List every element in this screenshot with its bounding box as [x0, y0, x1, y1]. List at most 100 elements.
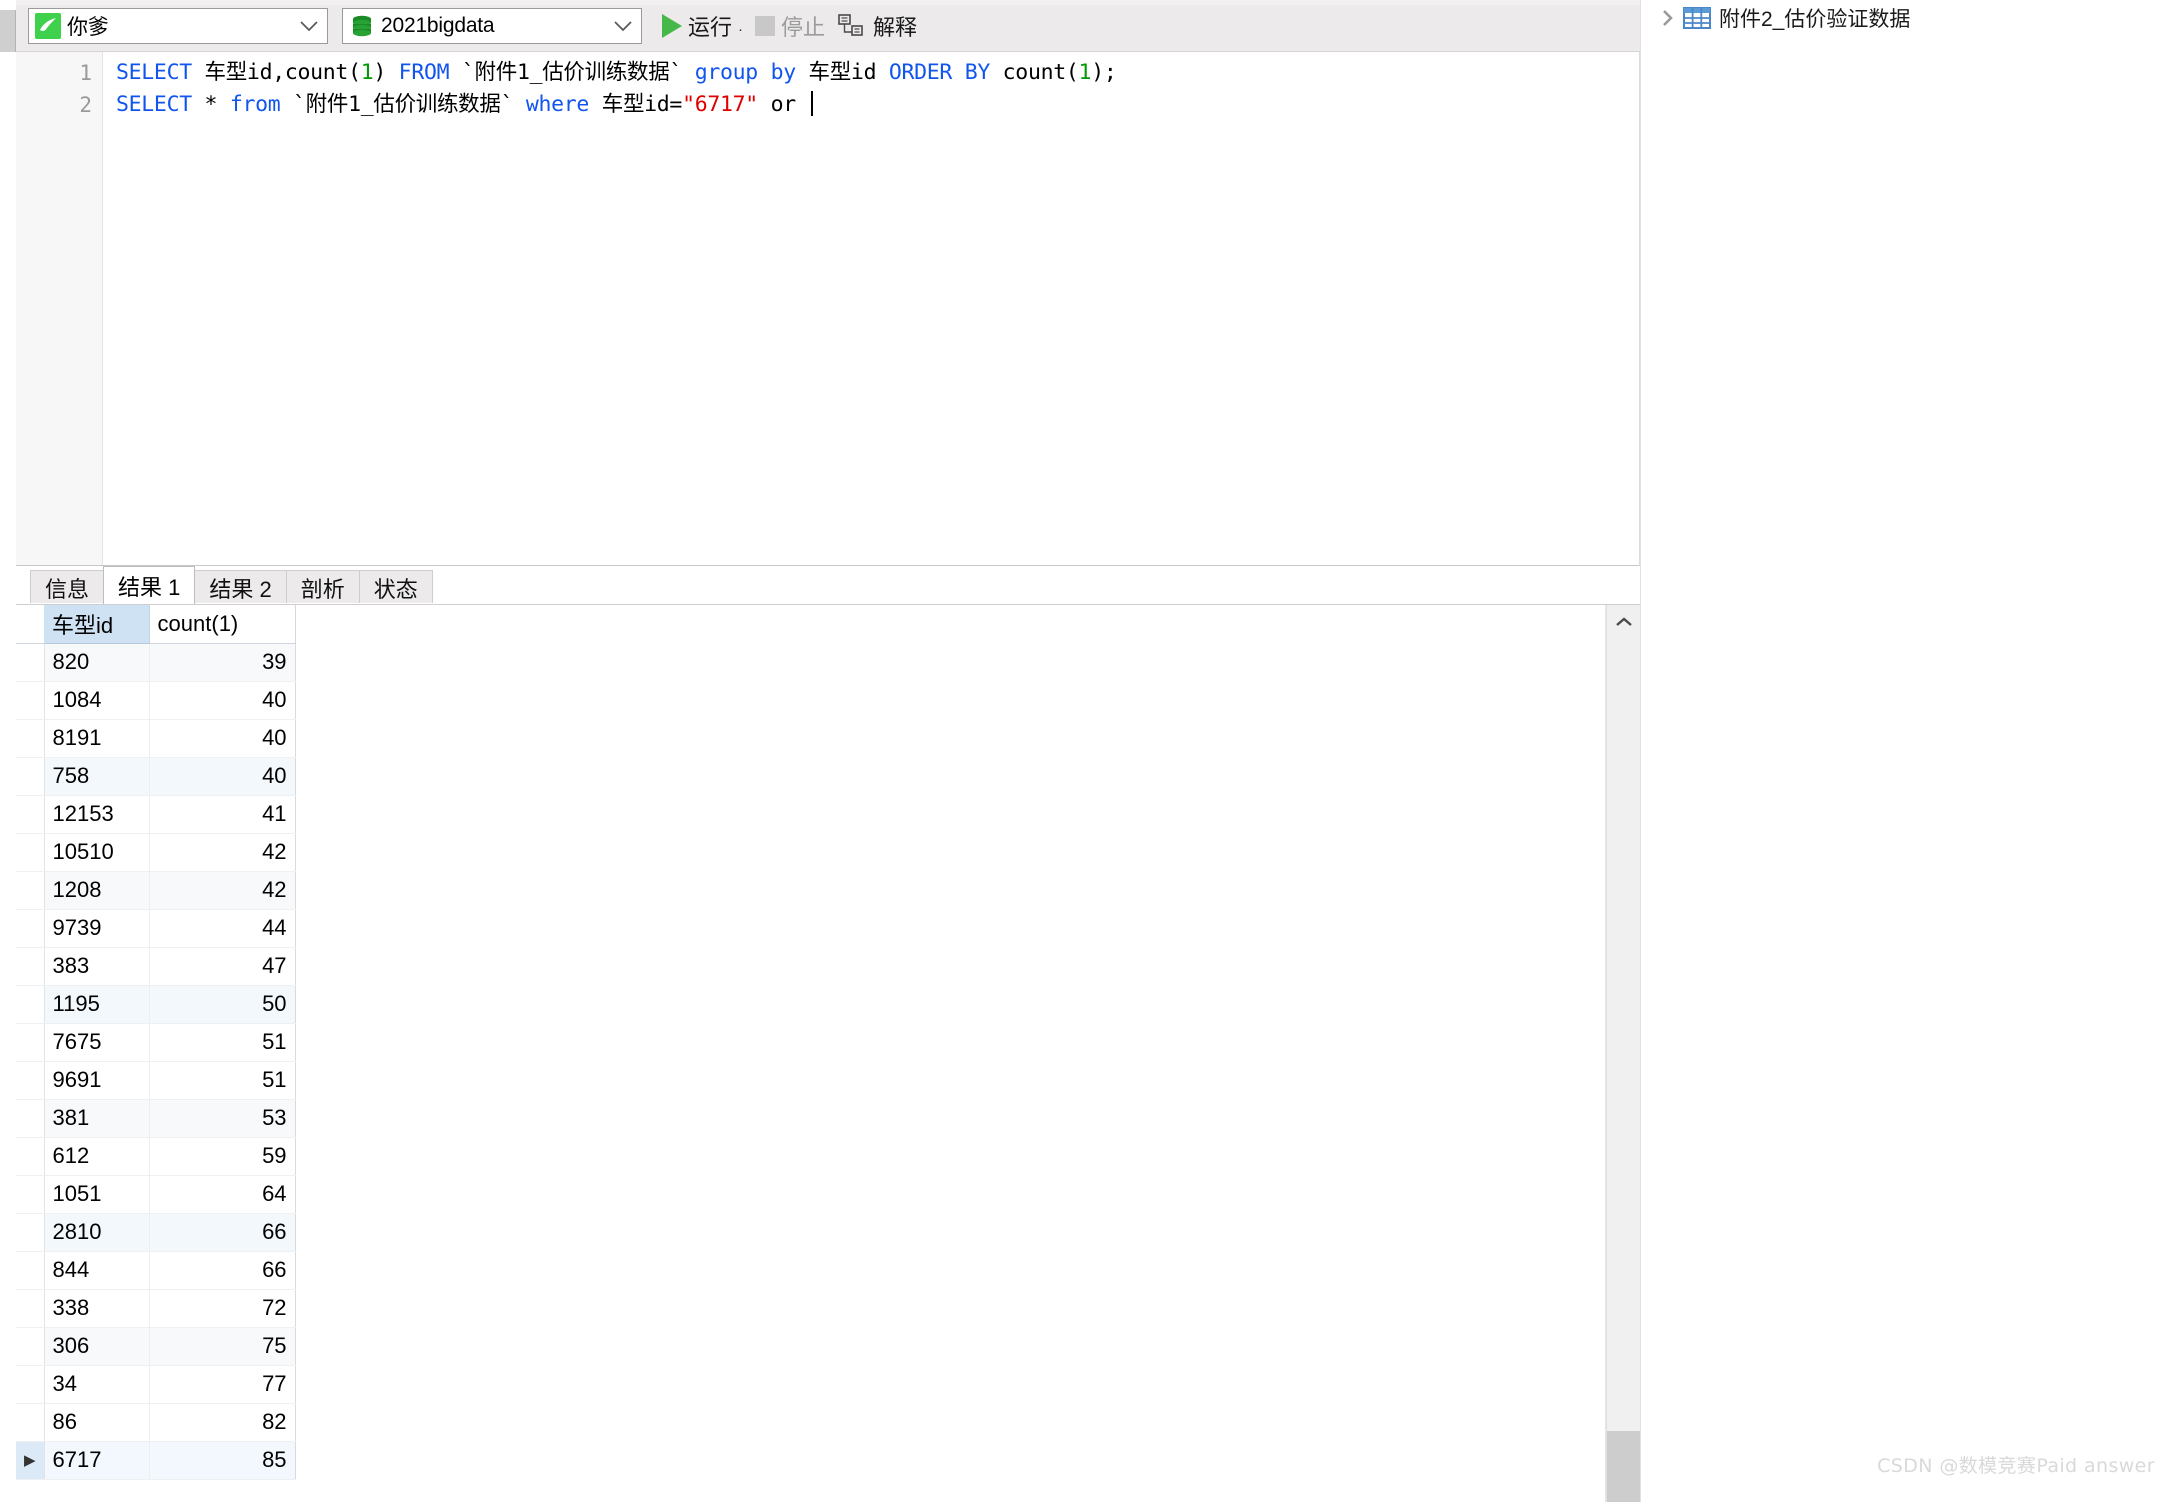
code-line[interactable]: SELECT * from `附件1_估价训练数据` where 车型id="6… [116, 89, 1639, 121]
cell-carid[interactable]: 1195 [44, 985, 150, 1024]
cell-carid[interactable]: 612 [44, 1137, 150, 1176]
row-marker[interactable] [16, 643, 45, 682]
row-marker[interactable] [16, 1327, 45, 1366]
cell-count[interactable]: 64 [149, 1175, 296, 1214]
row-marker[interactable] [16, 1023, 45, 1062]
row-marker[interactable] [16, 833, 45, 872]
cell-carid[interactable]: 6717 [44, 1441, 150, 1480]
cell-count[interactable]: 85 [149, 1441, 296, 1480]
table-row[interactable]: 1195 50 [16, 985, 296, 1024]
table-row[interactable]: 12153 41 [16, 795, 296, 834]
result-tab[interactable]: 结果 2 [194, 570, 287, 604]
cell-count[interactable]: 77 [149, 1365, 296, 1404]
cell-carid[interactable]: 306 [44, 1327, 150, 1366]
row-marker[interactable] [16, 1061, 45, 1100]
cell-carid[interactable]: 1084 [44, 681, 150, 720]
chevron-down-icon[interactable] [297, 14, 321, 38]
table-row[interactable]: 306 75 [16, 1327, 296, 1366]
connection-selector[interactable]: 你爹 [28, 7, 328, 44]
result-vertical-scrollbar[interactable] [1606, 605, 1640, 1502]
row-marker[interactable] [16, 1365, 45, 1404]
cell-count[interactable]: 40 [149, 719, 296, 758]
cell-carid[interactable]: 86 [44, 1403, 150, 1442]
row-marker[interactable] [16, 1251, 45, 1290]
cell-carid[interactable]: 381 [44, 1099, 150, 1138]
result-tab[interactable]: 剖析 [285, 570, 360, 604]
result-tab[interactable]: 结果 1 [103, 566, 196, 604]
cell-count[interactable]: 42 [149, 871, 296, 910]
table-row[interactable]: 612 59 [16, 1137, 296, 1176]
cell-count[interactable]: 41 [149, 795, 296, 834]
cell-carid[interactable]: 12153 [44, 795, 150, 834]
cell-count[interactable]: 82 [149, 1403, 296, 1442]
table-row[interactable]: 820 39 [16, 643, 296, 682]
cell-carid[interactable]: 1051 [44, 1175, 150, 1214]
cell-count[interactable]: 51 [149, 1023, 296, 1062]
row-marker[interactable] [16, 947, 45, 986]
table-row[interactable]: 2810 66 [16, 1213, 296, 1252]
cell-count[interactable]: 53 [149, 1099, 296, 1138]
explain-button[interactable]: 解释 [831, 6, 923, 46]
row-marker[interactable] [16, 1289, 45, 1328]
cell-carid[interactable]: 758 [44, 757, 150, 796]
cell-carid[interactable]: 34 [44, 1365, 150, 1404]
cell-count[interactable]: 66 [149, 1251, 296, 1290]
cell-count[interactable]: 72 [149, 1289, 296, 1328]
row-marker[interactable] [16, 1137, 45, 1176]
tree-item-table[interactable]: 附件2_估价验证数据 [1641, 0, 2179, 36]
cell-carid[interactable]: 9739 [44, 909, 150, 948]
cell-count[interactable]: 47 [149, 947, 296, 986]
cell-count[interactable]: 59 [149, 1137, 296, 1176]
scrollbar-thumb[interactable] [1607, 1431, 1640, 1502]
table-row[interactable]: 9691 51 [16, 1061, 296, 1100]
cell-carid[interactable]: 2810 [44, 1213, 150, 1252]
cell-carid[interactable]: 8191 [44, 719, 150, 758]
table-row[interactable]: 34 77 [16, 1365, 296, 1404]
column-header-carid[interactable]: 车型id [44, 605, 150, 644]
row-marker[interactable] [16, 871, 45, 910]
result-tab[interactable]: 信息 [30, 570, 105, 604]
cell-count[interactable]: 75 [149, 1327, 296, 1366]
sql-editor[interactable]: 12 SELECT 车型id,count(1) FROM `附件1_估价训练数据… [16, 52, 1640, 566]
result-tab[interactable]: 状态 [358, 570, 433, 604]
chevron-right-icon[interactable] [1657, 7, 1679, 29]
table-row[interactable]: 7675 51 [16, 1023, 296, 1062]
cell-carid[interactable]: 9691 [44, 1061, 150, 1100]
cell-count[interactable]: 42 [149, 833, 296, 872]
table-row[interactable]: 1208 42 [16, 871, 296, 910]
cell-carid[interactable]: 338 [44, 1289, 150, 1328]
row-marker[interactable] [16, 795, 45, 834]
scroll-up-arrow-icon[interactable] [1607, 605, 1640, 639]
table-row[interactable]: 383 47 [16, 947, 296, 986]
cell-carid[interactable]: 844 [44, 1251, 150, 1290]
row-marker[interactable] [16, 757, 45, 796]
cell-count[interactable]: 44 [149, 909, 296, 948]
code-line[interactable]: SELECT 车型id,count(1) FROM `附件1_估价训练数据` g… [116, 57, 1639, 89]
cell-count[interactable]: 39 [149, 643, 296, 682]
table-row[interactable]: ▶ 6717 85 [16, 1441, 296, 1480]
cell-count[interactable]: 66 [149, 1213, 296, 1252]
row-marker[interactable] [16, 1099, 45, 1138]
cell-carid[interactable]: 820 [44, 643, 150, 682]
cell-count[interactable]: 40 [149, 757, 296, 796]
row-marker[interactable] [16, 985, 45, 1024]
table-row[interactable]: 1084 40 [16, 681, 296, 720]
cell-carid[interactable]: 7675 [44, 1023, 150, 1062]
table-row[interactable]: 844 66 [16, 1251, 296, 1290]
run-dropdown-caret-icon[interactable]: · [738, 22, 743, 37]
cell-carid[interactable]: 1208 [44, 871, 150, 910]
table-row[interactable]: 1051 64 [16, 1175, 296, 1214]
cell-count[interactable]: 50 [149, 985, 296, 1024]
table-row[interactable]: 9739 44 [16, 909, 296, 948]
table-row[interactable]: 8191 40 [16, 719, 296, 758]
column-header-count[interactable]: count(1) [149, 605, 296, 644]
table-row[interactable]: 10510 42 [16, 833, 296, 872]
run-button[interactable]: 运行 · [656, 6, 749, 46]
table-row[interactable]: 381 53 [16, 1099, 296, 1138]
row-marker[interactable] [16, 909, 45, 948]
table-row[interactable]: 86 82 [16, 1403, 296, 1442]
sql-code-area[interactable]: SELECT 车型id,count(1) FROM `附件1_估价训练数据` g… [103, 57, 1639, 121]
table-row[interactable]: 758 40 [16, 757, 296, 796]
row-marker[interactable] [16, 719, 45, 758]
cell-count[interactable]: 51 [149, 1061, 296, 1100]
